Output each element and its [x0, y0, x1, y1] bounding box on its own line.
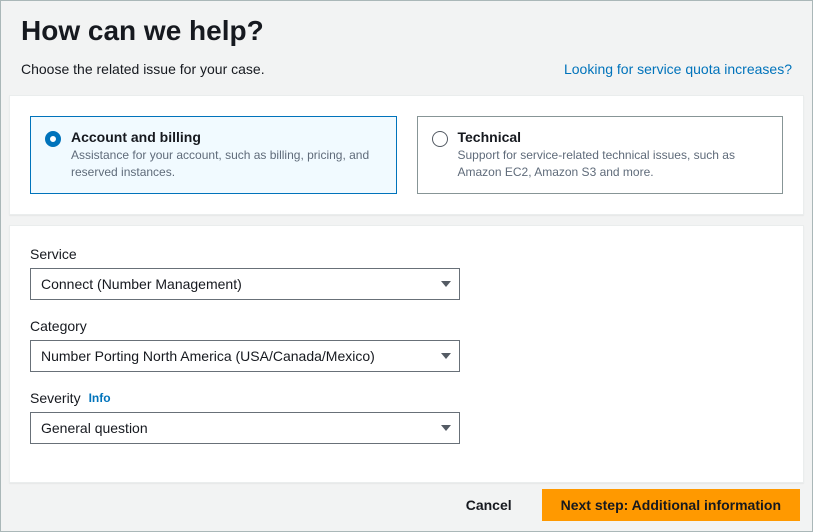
radio-card-body: Account and billing Assistance for your … [71, 129, 382, 181]
caret-down-icon [441, 353, 451, 359]
radio-icon [432, 131, 448, 147]
severity-select[interactable]: General question [30, 412, 460, 444]
cancel-button[interactable]: Cancel [448, 489, 530, 521]
category-field: Category Number Porting North America (U… [30, 318, 783, 372]
issue-type-technical[interactable]: Technical Support for service-related te… [417, 116, 784, 194]
details-panel: Service Connect (Number Management) Cate… [9, 225, 804, 483]
severity-info-link[interactable]: Info [89, 391, 111, 405]
service-select[interactable]: Connect (Number Management) [30, 268, 460, 300]
subtitle-row: Choose the related issue for your case. … [21, 61, 792, 77]
next-step-button[interactable]: Next step: Additional information [542, 489, 800, 521]
select-value: General question [41, 420, 148, 436]
service-label: Service [30, 246, 783, 262]
category-label: Category [30, 318, 783, 334]
page-title: How can we help? [21, 15, 792, 47]
caret-down-icon [441, 425, 451, 431]
radio-card-desc: Assistance for your account, such as bil… [71, 147, 382, 181]
severity-field: Severity Info General question [30, 390, 783, 444]
subtitle-text: Choose the related issue for your case. [21, 61, 265, 77]
severity-label: Severity [30, 390, 81, 406]
issue-type-panel: Account and billing Assistance for your … [9, 95, 804, 215]
caret-down-icon [441, 281, 451, 287]
quota-increase-link[interactable]: Looking for service quota increases? [564, 61, 792, 77]
header: How can we help? Choose the related issu… [1, 1, 812, 85]
support-case-page: How can we help? Choose the related issu… [0, 0, 813, 532]
radio-card-title: Account and billing [71, 129, 382, 145]
footer-actions: Cancel Next step: Additional information [448, 481, 812, 531]
severity-label-row: Severity Info [30, 390, 783, 406]
issue-type-account-billing[interactable]: Account and billing Assistance for your … [30, 116, 397, 194]
select-value: Number Porting North America (USA/Canada… [41, 348, 375, 364]
radio-icon [45, 131, 61, 147]
radio-card-desc: Support for service-related technical is… [458, 147, 769, 181]
issue-type-radio-group: Account and billing Assistance for your … [30, 116, 783, 194]
category-select[interactable]: Number Porting North America (USA/Canada… [30, 340, 460, 372]
radio-card-body: Technical Support for service-related te… [458, 129, 769, 181]
select-value: Connect (Number Management) [41, 276, 242, 292]
radio-card-title: Technical [458, 129, 769, 145]
service-field: Service Connect (Number Management) [30, 246, 783, 300]
